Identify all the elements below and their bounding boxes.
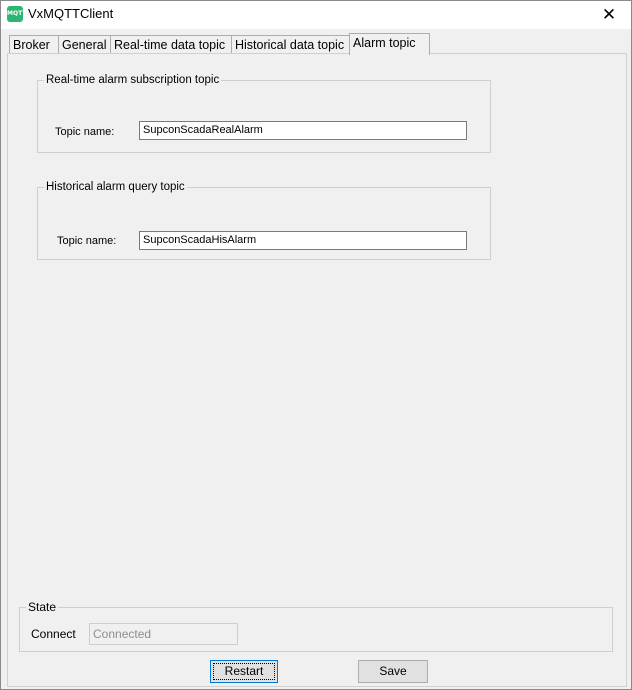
historical-topic-label: Topic name:: [57, 235, 117, 247]
alarm-topic-panel: Real-time alarm subscription topic Topic…: [7, 53, 627, 687]
tab-historical-data-topic[interactable]: Historical data topic: [231, 35, 351, 55]
tab-general[interactable]: General: [58, 35, 112, 55]
realtime-alarm-group: Real-time alarm subscription topic Topic…: [37, 74, 491, 153]
realtime-alarm-legend: Real-time alarm subscription topic: [46, 74, 220, 86]
main-window: MQTT VxMQTTClient ✕ Broker General Real-…: [0, 0, 632, 690]
tab-realtime-data-topic[interactable]: Real-time data topic: [110, 35, 233, 55]
mqtt-app-icon: MQTT: [7, 6, 26, 22]
close-icon[interactable]: ✕: [587, 1, 631, 29]
tab-alarm-topic[interactable]: Alarm topic: [349, 33, 430, 55]
title-bar[interactable]: MQTT VxMQTTClient ✕: [1, 1, 631, 29]
restart-button[interactable]: Restart: [210, 660, 278, 683]
historical-alarm-group: Historical alarm query topic Topic name:…: [37, 181, 491, 260]
state-legend: State: [28, 600, 57, 614]
connect-status-field: Connected: [89, 623, 238, 645]
historical-alarm-legend: Historical alarm query topic: [46, 181, 185, 193]
realtime-topic-label: Topic name:: [55, 126, 115, 138]
window-title: VxMQTTClient: [28, 6, 114, 21]
historical-topic-input[interactable]: SupconScadaHisAlarm: [139, 231, 467, 250]
connect-label: Connect: [31, 627, 76, 641]
save-button[interactable]: Save: [358, 660, 428, 683]
realtime-topic-input[interactable]: SupconScadaRealAlarm: [139, 121, 467, 140]
tab-broker[interactable]: Broker: [9, 35, 61, 55]
state-group: State Connect Connected: [19, 600, 613, 652]
